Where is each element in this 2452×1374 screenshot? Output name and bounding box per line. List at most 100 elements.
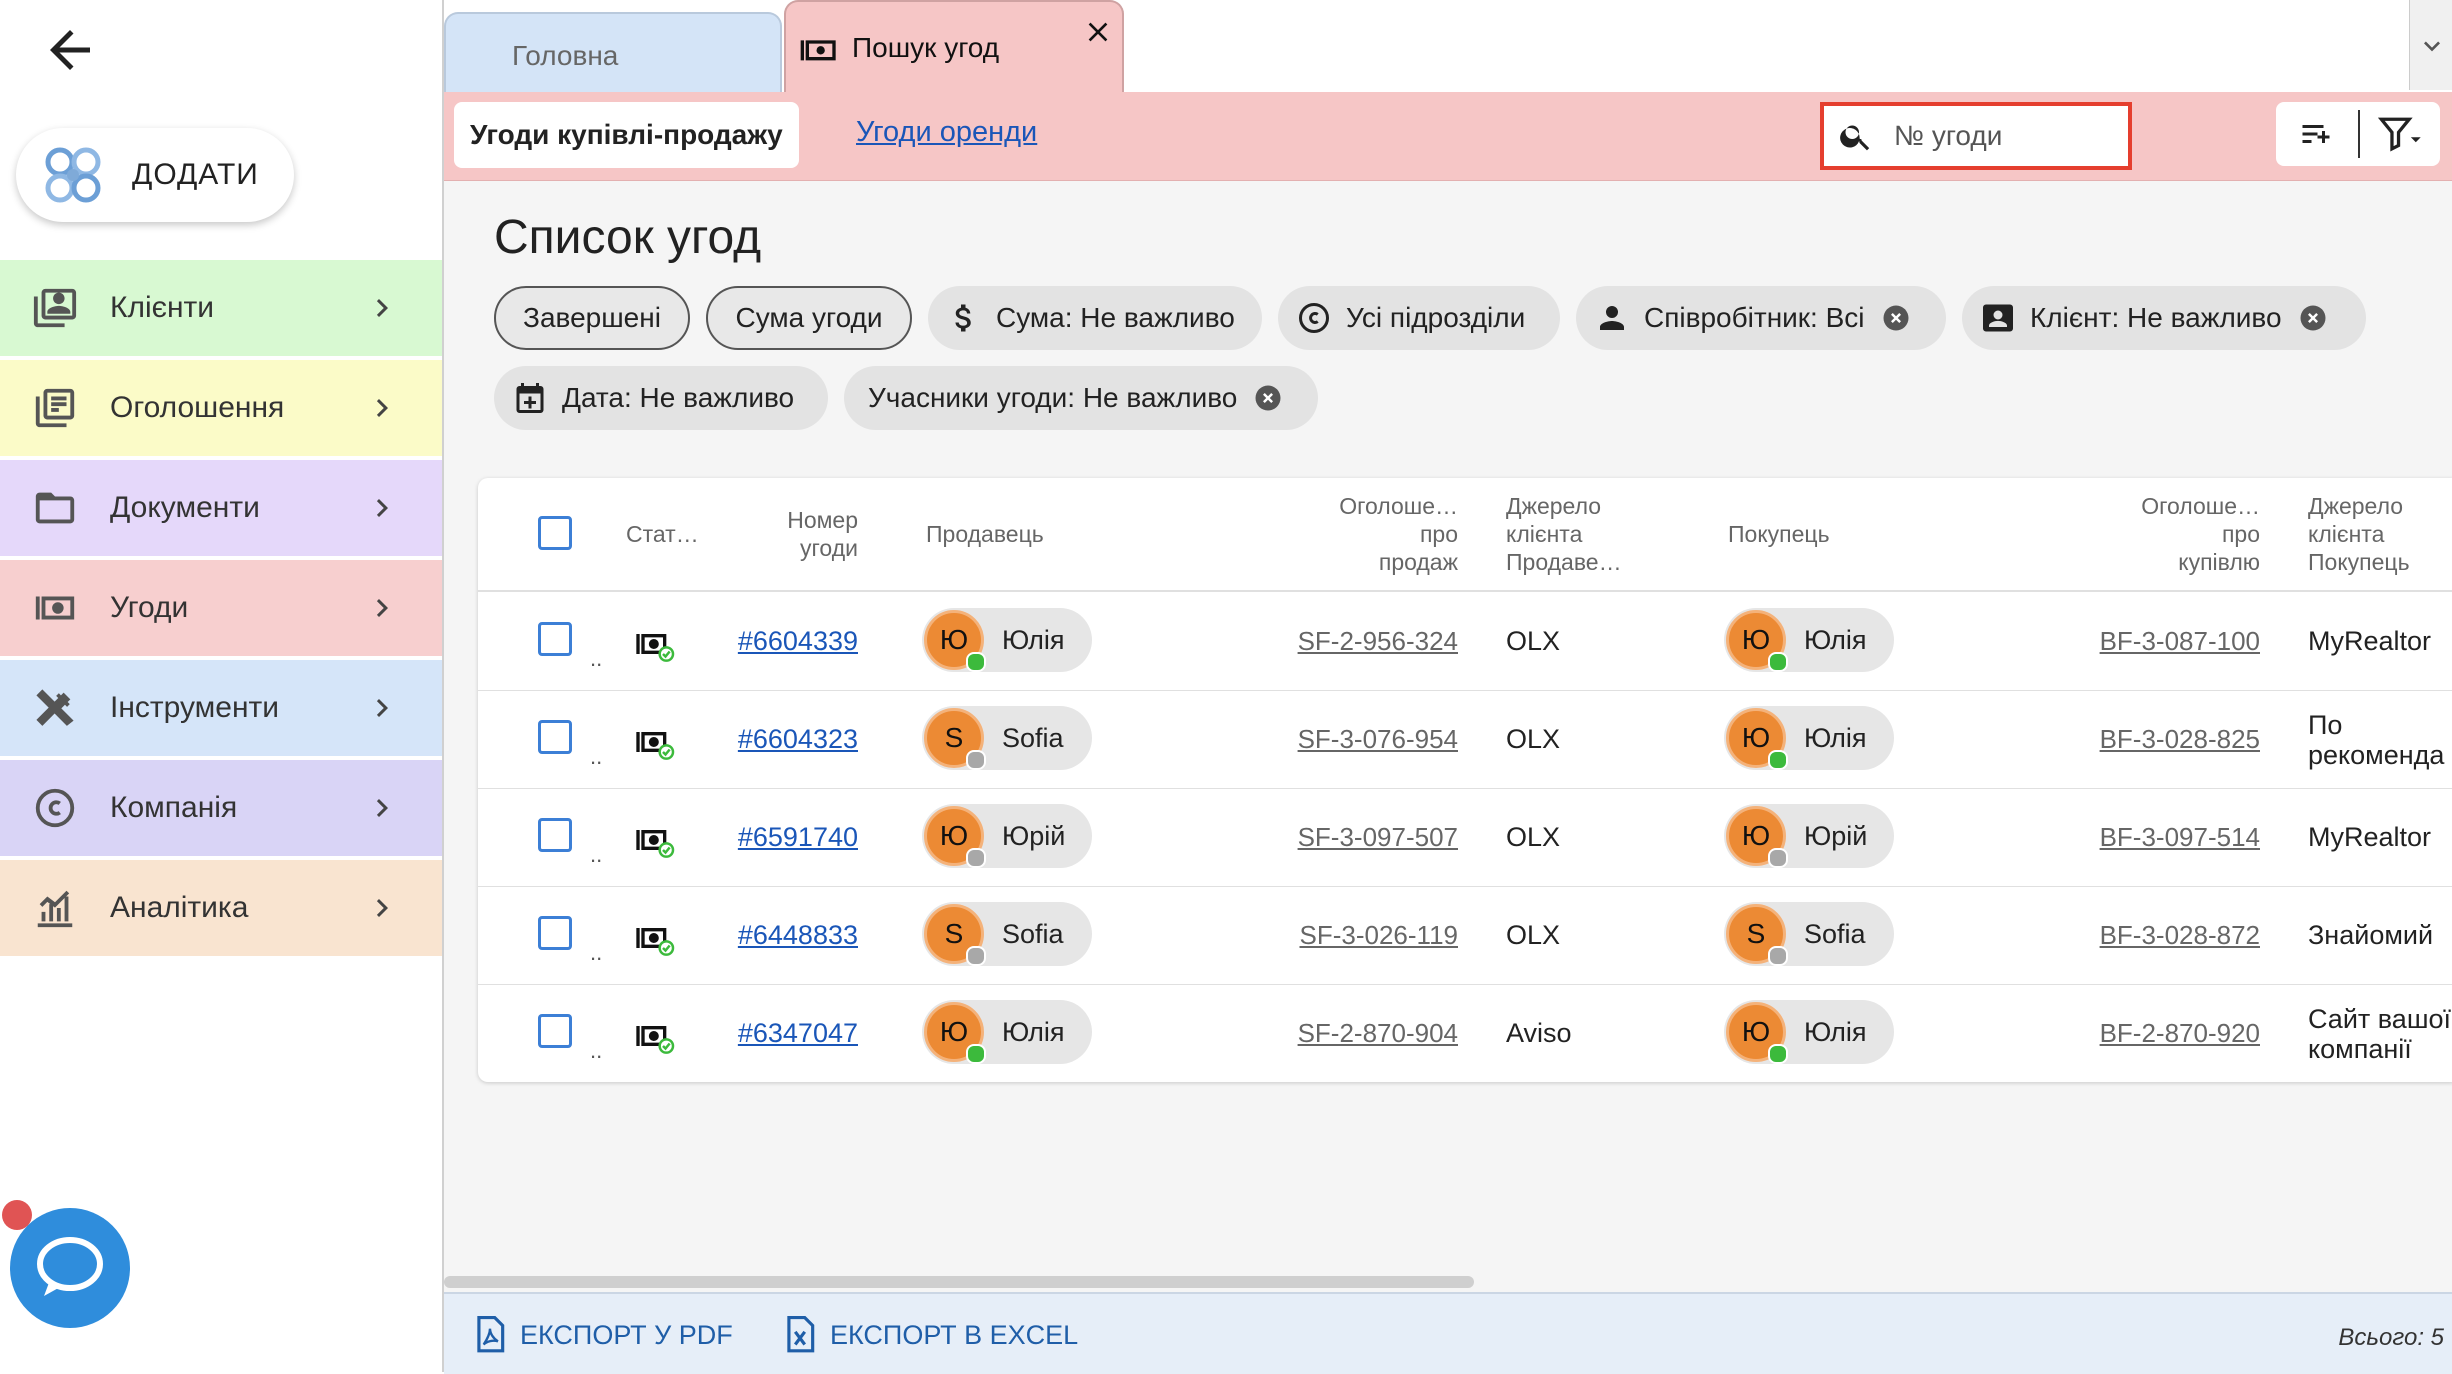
header-seller-source[interactable]: Джерело клієнта Продаве… [1506, 492, 1622, 576]
filter-menu-icon[interactable] [2378, 114, 2424, 154]
status-dots: .. [590, 1038, 603, 1063]
seller-chip[interactable]: S Sofia [922, 706, 1092, 770]
buyer-chip[interactable]: Ю Юлія [1724, 706, 1894, 770]
chip-completed[interactable]: Завершені [494, 286, 690, 350]
tab-deal-search-label: Пошук угод [852, 32, 1000, 63]
chip-deal-sum[interactable]: Сума угоди [706, 286, 912, 350]
tab-rent-deals[interactable]: Угоди оренди [856, 116, 1037, 149]
chip-amount[interactable]: Сума: Не важливо [928, 286, 1262, 350]
seller-chip[interactable]: Ю Юлія [922, 608, 1092, 672]
chip-client[interactable]: Клієнт: Не важливо [1962, 286, 2366, 350]
search-icon [1840, 125, 1870, 151]
tabs-overflow-button[interactable] [2409, 0, 2452, 90]
deal-number-link[interactable]: #6591740 [658, 822, 858, 853]
buy-ad-link[interactable]: BF-3-028-825 [2060, 724, 2260, 755]
table-row[interactable]: .. #6591740 Ю Юрій SF-3-097-507 OLX Ю Юрій BF-3-… [478, 788, 2452, 887]
buyer-chip[interactable]: Ю Юрій [1724, 804, 1894, 868]
row-checkbox[interactable] [538, 1014, 572, 1048]
header-buyer-source[interactable]: Джерело клієнта Покупець [2308, 492, 2410, 576]
header-sale-ad[interactable]: Оголоше… про продаж [1278, 492, 1458, 576]
seller-chip[interactable]: Ю Юлія [922, 1000, 1092, 1064]
table-row[interactable]: .. #6604323 S Sofia SF-3-076-954 OLX Ю Юлія BF-3… [478, 690, 2452, 789]
buyer-source-line: MyRealtor [2308, 822, 2432, 852]
header-buyer[interactable]: Покупець [1728, 520, 1830, 548]
row-checkbox[interactable] [538, 818, 572, 852]
header-line: Продаве… [1506, 549, 1622, 575]
sidebar-item-tools[interactable]: Інструменти [0, 660, 442, 756]
select-all-checkbox[interactable] [538, 516, 572, 550]
horizontal-scrollbar[interactable] [444, 1276, 1474, 1288]
sidebar-item-deals[interactable]: Угоди [0, 560, 442, 656]
row-checkbox[interactable] [538, 622, 572, 656]
deal-number-link[interactable]: #6604323 [658, 724, 858, 755]
presence-dot [1768, 946, 1788, 966]
chip-departments[interactable]: Усі підрозділи [1278, 286, 1560, 350]
sidebar-item-listings[interactable]: Оголошення [0, 360, 442, 456]
buyer-chip[interactable]: S Sofia [1724, 902, 1894, 966]
remove-chip-icon[interactable] [1881, 303, 1911, 333]
sidebar-item-company[interactable]: Компанія [0, 760, 442, 856]
remove-chip-icon[interactable] [2298, 303, 2328, 333]
chevron-right-icon [376, 299, 388, 317]
deal-number-link[interactable]: #6448833 [658, 920, 858, 951]
total-count: Всього: 5 [2338, 1324, 2444, 1351]
table-row[interactable]: .. #6604339 Ю Юлія SF-2-956-324 OLX Ю Юлія BF-3-… [478, 592, 2452, 691]
sale-ad-link[interactable]: SF-3-076-954 [1258, 724, 1458, 755]
chevron-right-icon [376, 699, 388, 717]
chip-label: Учасники угоди: Не важливо [868, 382, 1238, 413]
sale-ad-link[interactable]: SF-3-097-507 [1258, 822, 1458, 853]
chip-label: Сума угоди [735, 302, 883, 333]
buyer-source: MyRealtor [2308, 626, 2431, 656]
presence-dot [966, 848, 986, 868]
money-icon [800, 40, 836, 61]
sidebar-item-documents[interactable]: Документи [0, 460, 442, 556]
sale-ad-link[interactable]: SF-3-026-119 [1258, 920, 1459, 951]
deal-number-link[interactable]: #6347047 [658, 1018, 858, 1049]
buy-ad-link[interactable]: BF-3-097-514 [2060, 822, 2260, 853]
sidebar-item-label: Угоди [110, 591, 189, 624]
export-pdf-button[interactable]: ЕКСПОРТ У PDF [474, 1316, 733, 1354]
analytics-icon [37, 890, 73, 928]
search-input[interactable] [1892, 119, 2116, 153]
chip-label: Завершені [523, 302, 661, 333]
buyer-chip[interactable]: Ю Юлія [1724, 608, 1894, 672]
chat-bubble-icon [37, 1237, 103, 1296]
seller-chip[interactable]: S Sofia [922, 902, 1092, 966]
header-status[interactable]: Стат… [626, 520, 699, 548]
sidebar-nav: Клієнти Оголошення Документи Угоди Інстр… [0, 260, 442, 960]
sidebar-item-analytics[interactable]: Аналітика [0, 860, 442, 956]
export-excel-button[interactable]: ЕКСПОРТ В EXCEL [784, 1316, 1078, 1354]
seller-chip[interactable]: Ю Юрій [922, 804, 1092, 868]
buy-ad-link[interactable]: BF-3-028-872 [2060, 920, 2260, 951]
table-row[interactable]: .. #6448833 S Sofia SF-3-026-119 OLX S Sofia BF-… [478, 886, 2452, 985]
back-arrow-icon[interactable] [40, 20, 100, 80]
deal-number-search [1820, 102, 2132, 170]
close-icon[interactable] [1082, 16, 1114, 48]
add-filter-icon[interactable] [2296, 116, 2336, 152]
buyer-name: Юлія [1804, 625, 1867, 655]
chat-button[interactable] [10, 1208, 130, 1328]
chip-employee[interactable]: Співробітник: Всі [1576, 286, 1946, 350]
add-button[interactable]: ДОДАТИ [16, 128, 294, 222]
header-seller[interactable]: Продавець [926, 520, 1044, 548]
main-area: Головна Пошук угод Угоди купівлі-продажу… [442, 0, 2452, 1374]
buyer-chip[interactable]: Ю Юлія [1724, 1000, 1894, 1064]
table-row[interactable]: .. #6347047 Ю Юлія SF-2-870-904 Aviso Ю Юлія BF-… [478, 984, 2452, 1082]
tab-home[interactable]: Головна [444, 12, 782, 92]
deal-number-link[interactable]: #6604339 [658, 626, 858, 657]
chip-date[interactable]: Дата: Не важливо [494, 366, 828, 430]
tools-icon [36, 689, 74, 726]
row-checkbox[interactable] [538, 916, 572, 950]
tab-deal-search[interactable]: Пошук угод [784, 0, 1124, 94]
header-number[interactable]: Номер угоди [728, 506, 858, 562]
header-buy-ad[interactable]: Оголоше… про купівлю [2080, 492, 2260, 576]
sidebar-item-clients[interactable]: Клієнти [0, 260, 442, 356]
buy-ad-link[interactable]: BF-2-870-920 [2060, 1018, 2260, 1049]
row-checkbox[interactable] [538, 720, 572, 754]
remove-chip-icon[interactable] [1253, 383, 1283, 413]
chip-participants[interactable]: Учасники угоди: Не важливо [844, 366, 1318, 430]
tab-sale-deals[interactable]: Угоди купівлі-продажу [454, 102, 799, 168]
buy-ad-link[interactable]: BF-3-087-100 [2060, 626, 2260, 657]
sale-ad-link[interactable]: SF-2-870-904 [1258, 1018, 1458, 1049]
sale-ad-link[interactable]: SF-2-956-324 [1258, 626, 1458, 657]
